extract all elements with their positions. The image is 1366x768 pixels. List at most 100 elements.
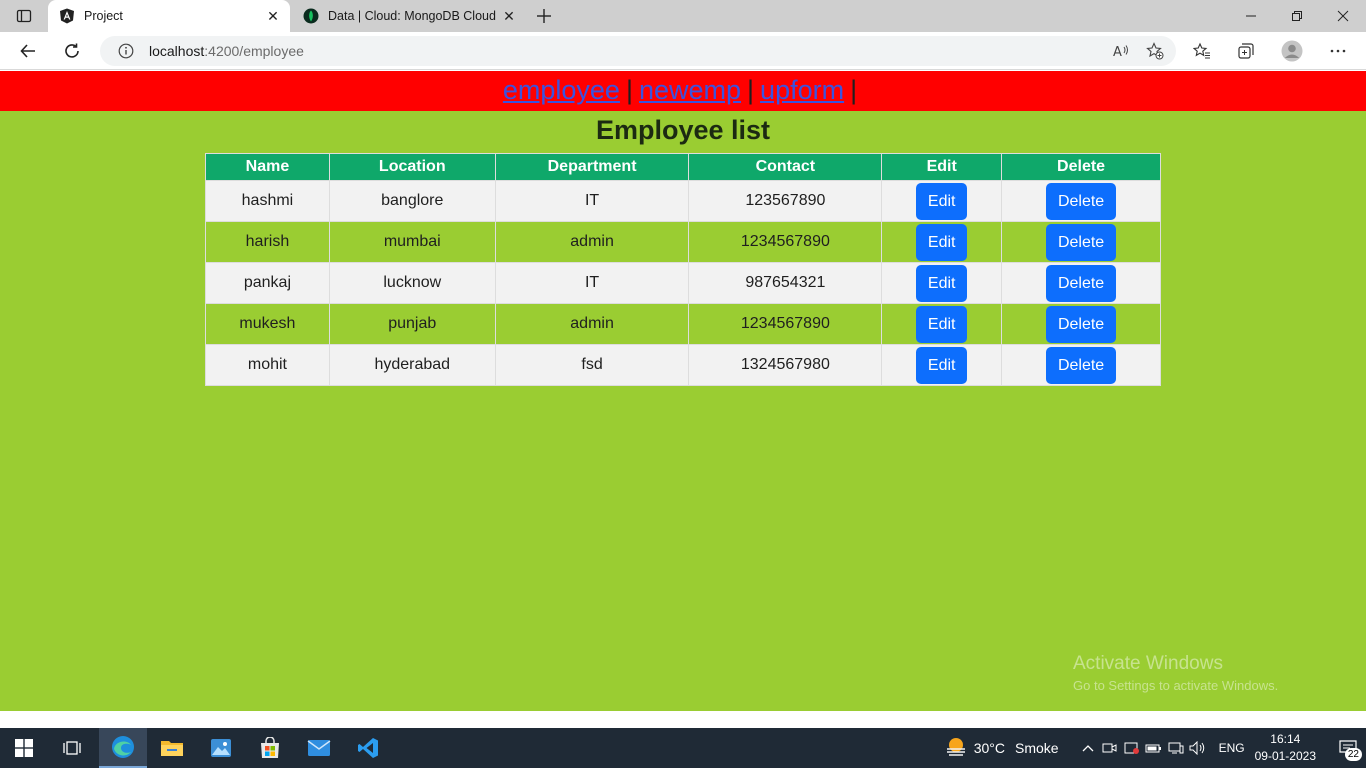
reload-icon[interactable] <box>58 37 86 65</box>
tab-project[interactable]: Project ✕ <box>48 0 290 32</box>
delete-button[interactable]: Delete <box>1045 223 1117 261</box>
page-content: employee | newemp | upform | Employee list Na… <box>0 71 1366 711</box>
tab-title: Project <box>84 9 123 23</box>
info-icon[interactable] <box>117 42 135 60</box>
page-title: Employee list <box>595 115 771 145</box>
profile-avatar-icon[interactable] <box>1278 37 1306 65</box>
cell-location: punjab <box>328 303 496 345</box>
nav-link-upform[interactable]: upform <box>760 75 844 105</box>
table-row: pankaj lucknow IT 987654321 Edit Delete <box>205 262 1161 304</box>
restore-icon[interactable] <box>1274 0 1320 32</box>
cell-department: IT <box>494 262 690 304</box>
tab-mongodb[interactable]: Data | Cloud: MongoDB Cloud ✕ <box>292 0 526 32</box>
table-row: harish mumbai admin 1234567890 Edit Dele… <box>205 221 1161 263</box>
network-icon[interactable] <box>1165 728 1187 768</box>
cell-contact: 987654321 <box>688 262 883 304</box>
windows-taskbar: 30°C Smoke ENG 16:14 09-01-2023 22 <box>0 728 1366 768</box>
table-row: hashmi banglore IT 123567890 Edit Delete <box>205 180 1161 222</box>
system-tray: 30°C Smoke ENG 16:14 09-01-2023 22 <box>944 728 1366 768</box>
page-bottom-margin <box>0 711 1366 728</box>
collections-icon[interactable] <box>1232 37 1260 65</box>
watermark-subtitle: Go to Settings to activate Windows. <box>1073 678 1279 693</box>
nav-separator: | <box>850 75 858 105</box>
delete-button[interactable]: Delete <box>1045 305 1117 343</box>
battery-icon[interactable] <box>1143 728 1165 768</box>
chevron-up-icon[interactable] <box>1077 728 1099 768</box>
activate-windows-watermark: Activate Windows Go to Settings to activ… <box>1073 653 1278 693</box>
cell-department: admin <box>494 303 690 345</box>
delete-button[interactable]: Delete <box>1045 182 1117 220</box>
more-options-icon[interactable] <box>1324 37 1352 65</box>
cell-edit: Edit <box>881 221 1003 263</box>
tab-title: Data | Cloud: MongoDB Cloud <box>328 9 496 23</box>
nav-link-newemp[interactable]: newemp <box>639 75 741 105</box>
microsoft-store-icon[interactable] <box>246 728 294 768</box>
close-window-icon[interactable] <box>1320 0 1366 32</box>
add-favorite-icon[interactable] <box>1142 38 1168 64</box>
cell-edit: Edit <box>881 180 1003 222</box>
cell-delete: Delete <box>1001 180 1161 222</box>
back-arrow-icon[interactable] <box>14 37 42 65</box>
close-tab-icon[interactable]: ✕ <box>262 5 284 27</box>
notifications-icon[interactable]: 22 <box>1330 728 1366 768</box>
watermark-title: Activate Windows <box>1073 653 1223 674</box>
svg-text:A: A <box>1113 45 1122 60</box>
mongodb-leaf-icon <box>303 8 319 24</box>
delete-button[interactable]: Delete <box>1045 264 1117 302</box>
header-delete: Delete <box>1001 153 1161 181</box>
url-path: :4200/employee <box>204 43 304 59</box>
vscode-icon[interactable] <box>344 728 392 768</box>
cell-delete: Delete <box>1001 221 1161 263</box>
cell-location: mumbai <box>328 221 496 263</box>
edit-button[interactable]: Edit <box>915 182 968 220</box>
clock-date: 09-01-2023 <box>1254 749 1316 763</box>
file-explorer-icon[interactable] <box>148 728 196 768</box>
meet-now-icon[interactable] <box>1099 728 1121 768</box>
edit-button[interactable]: Edit <box>915 264 968 302</box>
recording-icon[interactable] <box>1121 728 1143 768</box>
weather-temperature: 30°C <box>973 740 1006 756</box>
mail-icon[interactable] <box>295 728 343 768</box>
cell-department: IT <box>494 180 690 222</box>
favorites-icon[interactable] <box>1188 37 1216 65</box>
header-department: Department <box>494 153 690 181</box>
minimize-icon[interactable] <box>1228 0 1274 32</box>
photos-icon[interactable] <box>197 728 245 768</box>
cell-delete: Delete <box>1001 303 1161 345</box>
header-contact: Contact <box>688 153 883 181</box>
nav-separator: | <box>625 75 633 105</box>
notification-count-badge: 22 <box>1344 748 1362 761</box>
tab-actions-icon[interactable] <box>8 4 40 28</box>
nav-link-employee[interactable]: employee <box>503 75 620 105</box>
windows-start-icon[interactable] <box>0 728 48 768</box>
new-tab-icon[interactable] <box>532 4 556 28</box>
cell-contact: 1324567980 <box>688 344 883 386</box>
cell-contact: 1234567890 <box>688 221 883 263</box>
header-name: Name <box>205 153 330 181</box>
edge-browser-icon[interactable] <box>99 728 147 768</box>
cell-location: lucknow <box>328 262 496 304</box>
task-view-icon[interactable] <box>48 728 96 768</box>
language-indicator[interactable]: ENG <box>1219 741 1245 755</box>
close-tab-icon[interactable]: ✕ <box>498 5 520 27</box>
cell-name: mohit <box>205 344 330 386</box>
cell-contact: 123567890 <box>688 180 883 222</box>
cell-name: hashmi <box>205 180 330 222</box>
address-bar[interactable]: localhost:4200/employee A <box>100 36 1176 66</box>
cell-edit: Edit <box>881 303 1003 345</box>
cell-department: fsd <box>494 344 690 386</box>
volume-icon[interactable] <box>1187 728 1209 768</box>
header-location: Location <box>328 153 496 181</box>
browser-tab-strip: Project ✕ Data | Cloud: MongoDB Cloud ✕ <box>0 0 1366 32</box>
cell-contact: 1234567890 <box>688 303 883 345</box>
edit-button[interactable]: Edit <box>915 346 968 384</box>
cell-edit: Edit <box>881 344 1003 386</box>
weather-widget[interactable]: 30°C Smoke <box>944 736 1059 761</box>
clock[interactable]: 16:14 09-01-2023 <box>1255 731 1316 765</box>
delete-button[interactable]: Delete <box>1045 346 1117 384</box>
read-aloud-icon[interactable]: A <box>1108 38 1134 64</box>
edit-button[interactable]: Edit <box>915 305 968 343</box>
edit-button[interactable]: Edit <box>915 223 968 261</box>
url-host: localhost <box>149 43 205 59</box>
cell-name: harish <box>205 221 330 263</box>
